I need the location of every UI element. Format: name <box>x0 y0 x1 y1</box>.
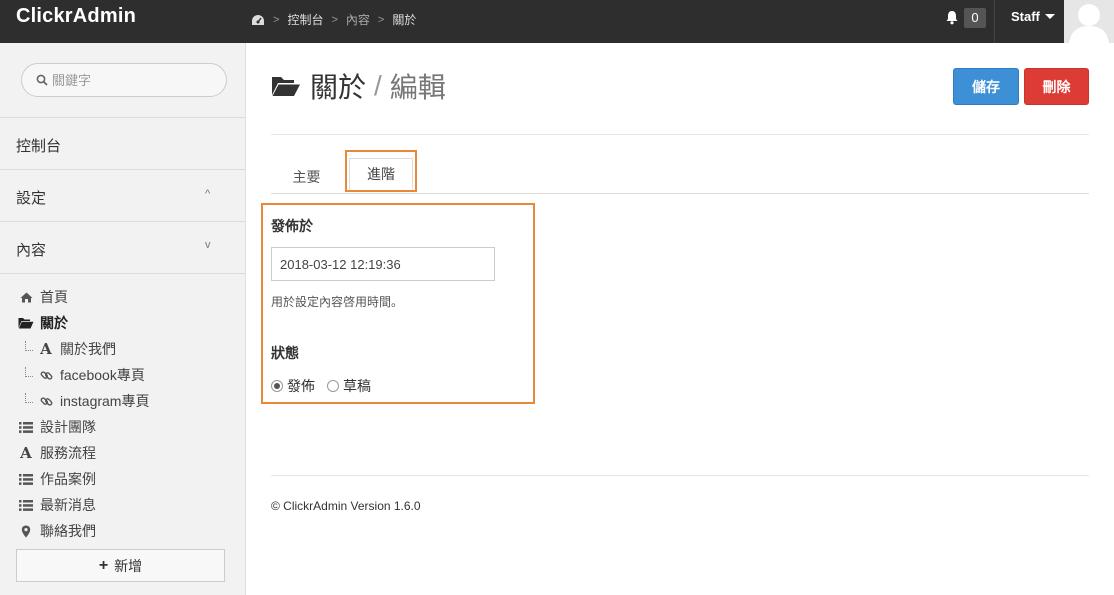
tree-item-label: 關於我們 <box>60 341 116 357</box>
tree-connector <box>25 341 33 351</box>
tree-item-label: facebook專頁 <box>60 367 145 383</box>
list-icon <box>18 499 34 511</box>
breadcrumb: > 控制台 > 內容 > 關於 <box>251 11 416 28</box>
footer-divider <box>271 475 1089 476</box>
home-icon <box>18 292 34 303</box>
publish-help-text: 用於設定內容啓用時間。 <box>271 295 404 309</box>
avatar[interactable] <box>1064 0 1114 43</box>
sidebar-item-settings[interactable]: 設定 <box>16 187 46 208</box>
status-radio-label[interactable]: 草稿 <box>343 376 371 396</box>
publish-at-label: 發佈於 <box>271 218 313 234</box>
footer-version: © ClickrAdmin Version 1.6.0 <box>271 499 421 513</box>
tree-item-about-us[interactable]: A 關於我們 <box>38 339 116 359</box>
tree-item-design-team[interactable]: 設計團隊 <box>18 417 96 437</box>
breadcrumb-item-about: 關於 <box>392 13 417 27</box>
sidebar-item-dashboard[interactable]: 控制台 <box>16 135 61 156</box>
sidebar: 控制台 設定 ^ 內容 v 首頁 關於 A 關於我們 facebook專頁 in… <box>0 43 246 595</box>
page-subtitle: 編輯 <box>389 72 446 103</box>
sidebar-search <box>21 63 227 97</box>
breadcrumb-item-dashboard[interactable]: 控制台 <box>287 11 323 28</box>
tree-item-facebook[interactable]: facebook專頁 <box>38 365 145 385</box>
save-button[interactable]: 儲存 <box>953 68 1019 105</box>
navbar-divider <box>994 0 995 43</box>
tree-item-label: 設計團隊 <box>40 419 96 435</box>
tree-connector <box>25 393 33 403</box>
status-label: 狀態 <box>271 345 299 361</box>
folder-open-icon <box>271 75 301 97</box>
bell-icon[interactable] <box>945 10 959 28</box>
page-title-text: 關於 <box>310 72 367 103</box>
publish-datetime-input[interactable] <box>271 247 495 281</box>
breadcrumb-separator: > <box>377 13 385 26</box>
add-button[interactable]: + 新增 <box>16 549 225 582</box>
chevron-up-icon: ^ <box>205 188 211 200</box>
text-icon: A <box>40 340 52 358</box>
header-divider <box>271 134 1089 135</box>
tree-item-contact[interactable]: 聯絡我們 <box>18 521 96 541</box>
tree-item-label: 服務流程 <box>40 445 96 461</box>
list-icon <box>18 421 34 433</box>
user-menu-toggle[interactable]: Staff <box>1011 9 1055 24</box>
status-radio-group: 發佈 草稿 <box>271 376 383 396</box>
breadcrumb-item-content[interactable]: 內容 <box>346 11 370 28</box>
search-input[interactable] <box>52 70 217 90</box>
tree-item-instagram[interactable]: instagram專頁 <box>38 391 149 411</box>
tree-item-about[interactable]: 關於 <box>18 313 68 333</box>
tree-item-home[interactable]: 首頁 <box>18 287 68 307</box>
tree-item-label: 聯絡我們 <box>40 523 96 539</box>
user-menu-label: Staff <box>1011 9 1040 24</box>
page-title: 關於 / 編輯 <box>271 66 446 106</box>
tree-item-label: 作品案例 <box>40 471 96 487</box>
link-icon <box>38 395 54 408</box>
status-radio-label[interactable]: 發佈 <box>287 376 315 396</box>
add-button-label: 新增 <box>114 557 143 574</box>
tabs-baseline <box>271 193 1089 194</box>
breadcrumb-separator: > <box>331 13 338 26</box>
tree-connector <box>25 367 33 377</box>
list-icon <box>18 473 34 485</box>
sidebar-item-content[interactable]: 內容 <box>16 239 46 260</box>
notification-count-badge[interactable]: 0 <box>964 8 986 28</box>
delete-button[interactable]: 刪除 <box>1024 68 1089 105</box>
breadcrumb-separator: > <box>273 13 280 26</box>
top-navbar: ClickrAdmin > 控制台 > 內容 > 關於 0 Staff <box>0 0 1114 43</box>
tab-main[interactable]: 主要 <box>279 160 334 194</box>
tab-advanced-highlight: 進階 <box>345 150 417 192</box>
tree-item-label: 關於 <box>40 315 68 331</box>
page-title-separator: / <box>374 70 382 101</box>
caret-down-icon <box>1044 14 1055 19</box>
sidebar-divider <box>0 273 245 274</box>
status-radio-published[interactable] <box>271 380 283 392</box>
tree-item-label: 首頁 <box>40 289 68 305</box>
status-radio-draft[interactable] <box>327 380 339 392</box>
dashboard-icon[interactable] <box>251 14 265 26</box>
brand-logo[interactable]: ClickrAdmin <box>16 5 136 28</box>
plus-icon: + <box>98 556 109 574</box>
tree-item-news[interactable]: 最新消息 <box>18 495 96 515</box>
sidebar-divider <box>0 169 245 170</box>
link-icon <box>38 369 54 382</box>
tree-item-label: instagram專頁 <box>60 393 150 409</box>
tree-item-label: 最新消息 <box>40 497 96 513</box>
tree-item-portfolio[interactable]: 作品案例 <box>18 469 96 489</box>
sidebar-divider <box>0 221 245 222</box>
chevron-down-icon: v <box>205 239 211 251</box>
folder-open-icon <box>18 317 34 329</box>
tree-item-service-flow[interactable]: A 服務流程 <box>18 443 96 463</box>
tab-advanced[interactable]: 進階 <box>349 158 413 190</box>
sidebar-divider <box>0 117 245 118</box>
text-icon: A <box>20 444 32 462</box>
map-marker-icon <box>18 525 34 538</box>
